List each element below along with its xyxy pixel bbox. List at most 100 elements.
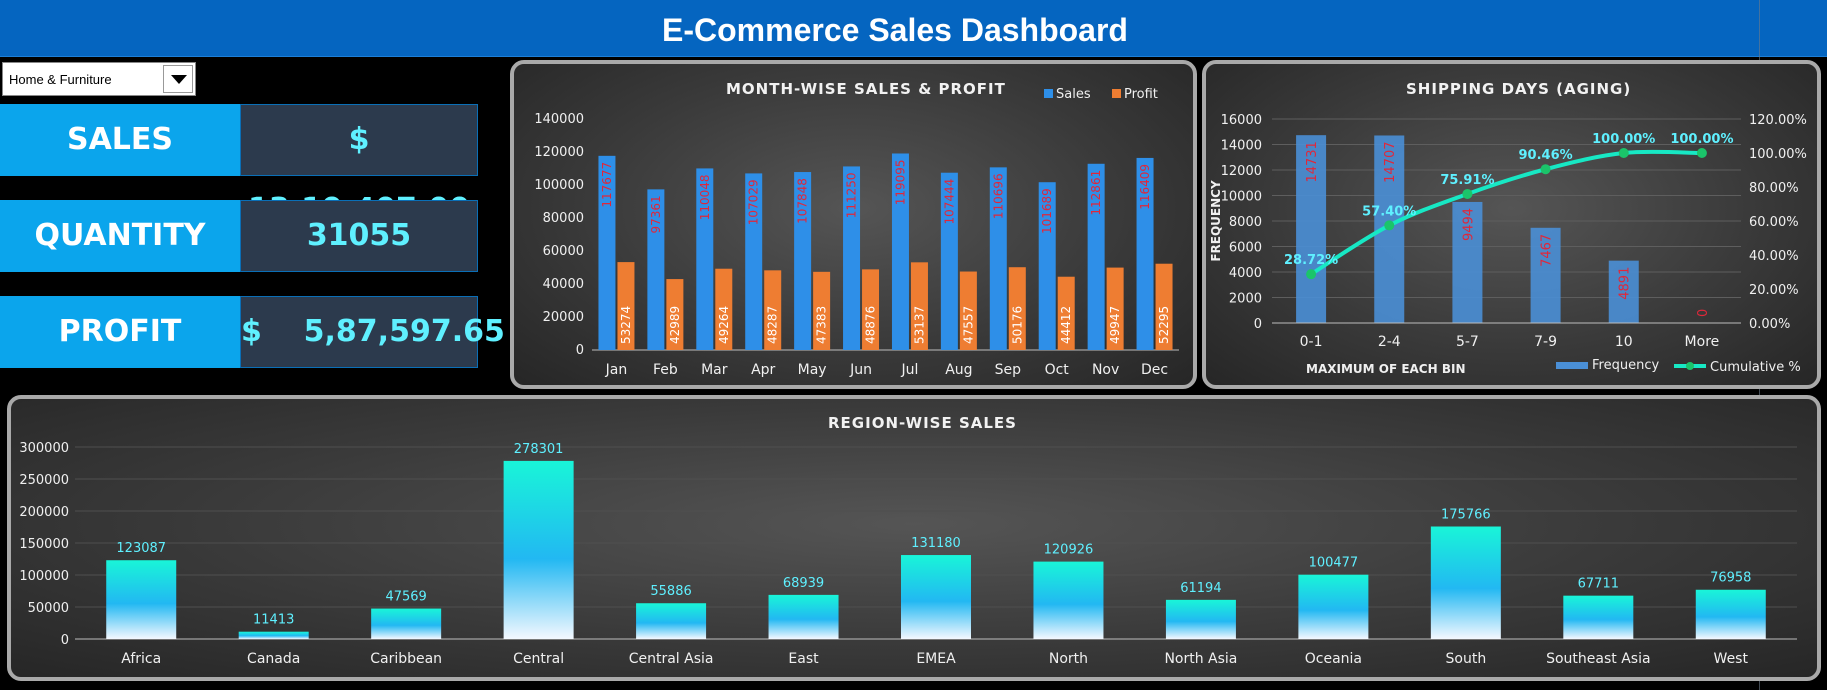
- y2-axis-tick-label: 80.00%: [1749, 181, 1799, 196]
- region-data-label: 120926: [1044, 543, 1094, 558]
- profit-data-label: 42989: [668, 306, 682, 344]
- cumulative-point: [1306, 269, 1317, 280]
- cumulative-data-label: 28.72%: [1284, 253, 1338, 268]
- sales-data-label: 119095: [893, 159, 907, 205]
- sales-data-label: 107848: [796, 178, 810, 224]
- y2-axis-tick-label: 20.00%: [1749, 283, 1799, 298]
- region-bar: [1165, 599, 1236, 639]
- y-axis-tick-label: 150000: [19, 537, 69, 552]
- cumulative-point: [1696, 148, 1707, 158]
- month-tick-label: Feb: [653, 362, 678, 378]
- profit-data-label: 49264: [717, 306, 731, 344]
- sales-data-label: 107029: [747, 179, 761, 225]
- y-axis-tick-label: 80000: [543, 211, 584, 226]
- y-axis-tick-label: 2000: [1229, 292, 1262, 307]
- region-bar: [1298, 574, 1369, 639]
- cumulative-point: [1462, 188, 1473, 199]
- region-tick-label: West: [1714, 651, 1749, 667]
- y-axis-tick-label: 0: [61, 633, 69, 648]
- region-tick-label: Oceania: [1305, 651, 1362, 667]
- region-data-label: 175766: [1441, 508, 1491, 523]
- profit-data-label: 44412: [1059, 306, 1073, 344]
- region-tick-label: EMEA: [916, 651, 956, 667]
- region-tick-label: Central: [513, 651, 564, 667]
- profit-data-label: 53274: [619, 306, 633, 344]
- month-tick-label: Mar: [701, 362, 728, 378]
- legend-frequency-label: Frequency: [1592, 358, 1659, 373]
- region-wise-sales-chart: 0 50000 100000 150000 200000 250000 300000 1230…: [19, 441, 1797, 667]
- y2-axis-tick-label: 0.00%: [1749, 317, 1790, 332]
- month-tick-label: Sep: [995, 362, 1022, 378]
- region-data-label: 131180: [911, 536, 961, 551]
- category-filter-dropdown[interactable]: Home & Furniture: [2, 62, 196, 96]
- legend-profit-swatch: [1112, 89, 1121, 98]
- y2-axis-tick-label: 120.00%: [1749, 113, 1807, 128]
- region-bar: [503, 460, 574, 639]
- month-tick-label: Oct: [1045, 362, 1070, 378]
- y-axis-tick-label: 60000: [543, 244, 584, 259]
- region-tick-label: North Asia: [1164, 651, 1237, 667]
- region-data-label: 55886: [650, 584, 691, 599]
- region-bar: [636, 603, 707, 639]
- region-data-label: 278301: [514, 442, 564, 457]
- cumulative-data-label: 100.00%: [1670, 132, 1733, 147]
- region-data-label: 76958: [1710, 571, 1751, 586]
- sales-data-label: 112861: [1089, 170, 1103, 216]
- frequency-data-label: 7467: [1540, 234, 1555, 267]
- profit-data-label: 47383: [815, 306, 829, 344]
- region-tick-label: South: [1446, 651, 1487, 667]
- sales-data-label: 101689: [1040, 188, 1054, 234]
- y-axis-tick-label: 4000: [1229, 266, 1262, 281]
- month-wise-sales-profit-chart: 0 20000 40000 60000 80000 100000 120000 140000 1…: [534, 87, 1179, 378]
- cumulative-data-label: 75.91%: [1440, 173, 1494, 188]
- y-axis-tick-label: 100000: [534, 178, 584, 193]
- chevron-down-icon: [171, 75, 187, 84]
- region-tick-label: Southeast Asia: [1546, 651, 1650, 667]
- month-wise-chart-panel: MONTH-WISE SALES & PROFIT 0 20000 40000 600…: [510, 60, 1197, 389]
- y-axis-tick-label: 6000: [1229, 241, 1262, 256]
- y-axis-tick-label: 20000: [543, 310, 584, 325]
- region-wise-chart-panel: REGION-WISE SALES 0 50000 100000 150000 2000…: [7, 395, 1821, 681]
- sales-data-label: 116409: [1138, 164, 1152, 210]
- month-tick-label: Nov: [1092, 362, 1119, 378]
- frequency-data-label: 14731: [1305, 141, 1320, 182]
- sales-data-label: 110048: [698, 174, 712, 220]
- cumulative-data-label: 90.46%: [1519, 148, 1573, 163]
- y-axis-tick-label: 100000: [19, 569, 69, 584]
- y-axis-tick-label: 200000: [19, 505, 69, 520]
- region-bar: [768, 594, 839, 639]
- region-tick-label: Caribbean: [370, 651, 442, 667]
- profit-kpi-label: PROFIT: [0, 296, 240, 368]
- cumulative-data-label: 57.40%: [1362, 204, 1416, 219]
- region-tick-label: Africa: [121, 651, 161, 667]
- shipping-days-aging-chart: 0 2000 4000 6000 8000 10000 12000 14000 16000 0.0…: [1209, 113, 1807, 376]
- region-data-label: 123087: [116, 541, 166, 556]
- region-bar: [238, 631, 309, 639]
- page-title: E-Commerce Sales Dashboard: [662, 12, 1128, 48]
- y2-axis-tick-label: 40.00%: [1749, 249, 1799, 264]
- y-axis-tick-label: 140000: [534, 112, 584, 127]
- region-bar: [371, 608, 442, 639]
- month-tick-label: May: [798, 362, 827, 378]
- region-data-label: 68939: [783, 576, 824, 591]
- legend-frequency-swatch: [1556, 362, 1588, 369]
- region-data-label: 47569: [385, 590, 426, 605]
- legend-sales-swatch: [1044, 89, 1053, 98]
- dropdown-arrow-button[interactable]: [163, 65, 193, 93]
- y-axis-tick-label: 0: [576, 343, 584, 358]
- bin-tick-label: More: [1685, 334, 1720, 350]
- y2-axis-tick-label: 60.00%: [1749, 215, 1799, 230]
- cumulative-point: [1540, 164, 1551, 175]
- profit-kpi-value: $ 5,87,597.65: [240, 296, 505, 368]
- region-bar: [106, 560, 177, 639]
- bin-tick-label: 0-1: [1300, 334, 1323, 350]
- sales-kpi-label: SALES: [0, 104, 240, 176]
- region-bar: [901, 555, 971, 639]
- quantity-kpi-value: 31055: [240, 200, 478, 272]
- sales-kpi-value: $ 13,19,407.00: [240, 104, 478, 227]
- y-axis-tick-label: 0: [1254, 317, 1262, 332]
- profit-data-label: 50176: [1010, 306, 1024, 344]
- cumulative-point: [1384, 220, 1395, 231]
- frequency-data-label: 4891: [1618, 267, 1633, 300]
- profit-data-label: 48287: [766, 306, 780, 344]
